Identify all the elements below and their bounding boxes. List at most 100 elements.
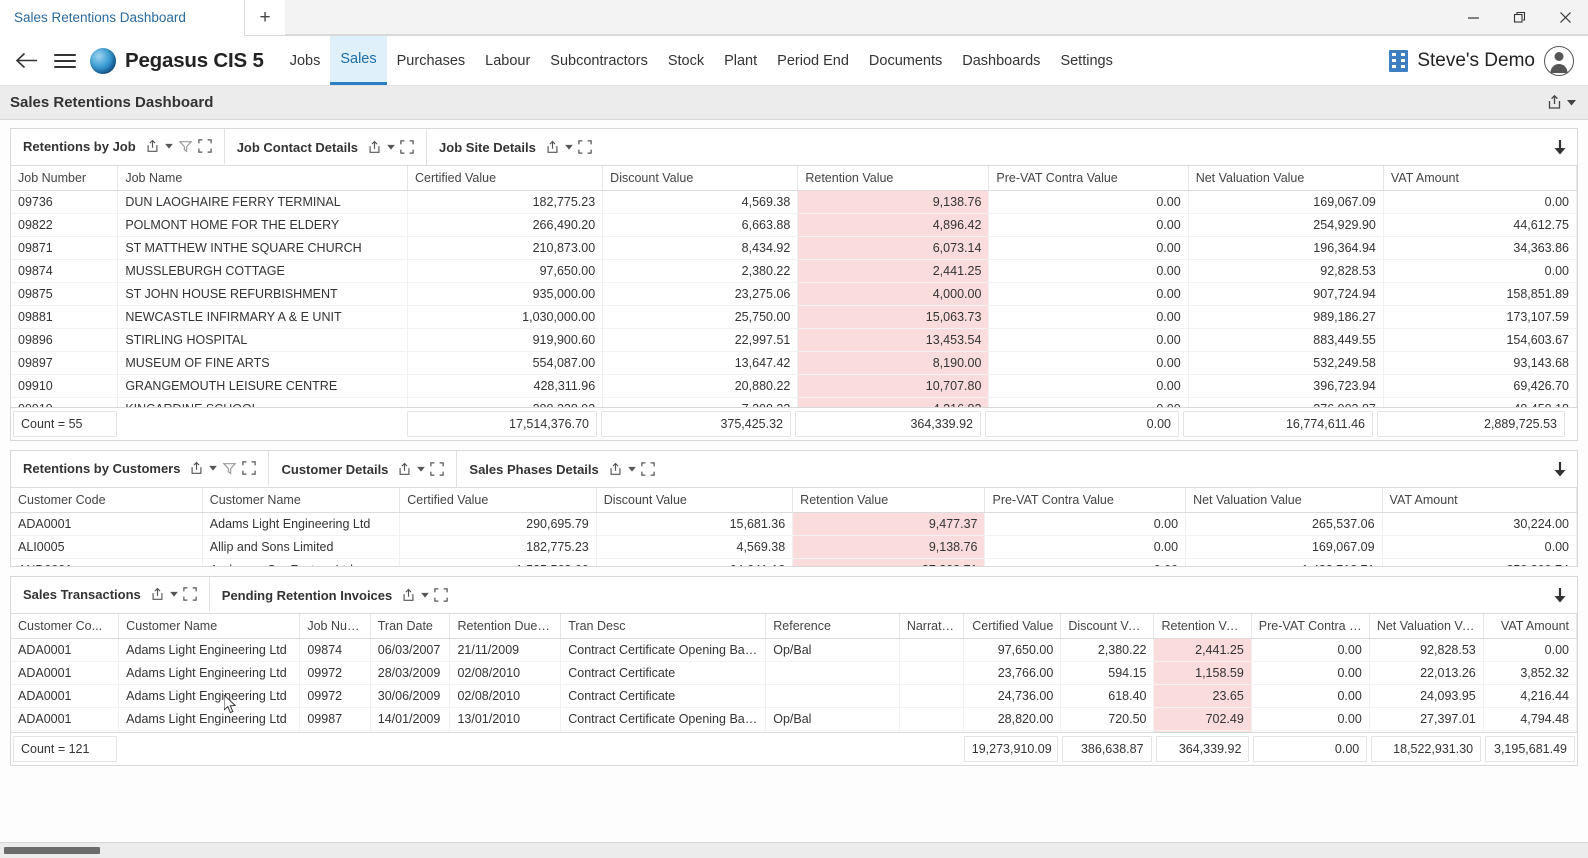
column-header-job-name[interactable]: Job Name: [117, 166, 408, 191]
panel-collapse-button[interactable]: [1543, 451, 1577, 487]
chevron-down-icon[interactable]: [169, 591, 178, 597]
grid-scroll-area[interactable]: Job Number Job Name Certified Value Disc…: [11, 166, 1577, 407]
column-header-net-valuation-value[interactable]: Net Valuation Value: [1369, 614, 1484, 639]
minimize-button[interactable]: [1450, 0, 1496, 34]
column-header-customer-name[interactable]: Customer Name: [118, 614, 301, 639]
column-header-certified-value[interactable]: Certified Value: [399, 488, 597, 513]
export-icon[interactable]: [401, 588, 416, 603]
tab-retentions-by-customers[interactable]: Retentions by Customers: [11, 451, 270, 487]
table-row[interactable]: ADA0001 Adams Light Engineering Ltd 09972 3…: [11, 684, 1577, 708]
column-header-customer-code[interactable]: Customer Code: [11, 488, 203, 513]
expand-icon[interactable]: [430, 462, 445, 476]
chevron-down-icon[interactable]: [565, 144, 573, 150]
table-row[interactable]: 09871 ST MATTHEW INTHE SQUARE CHURCH 210,8…: [11, 236, 1577, 260]
column-header-pre-vat-contra-value[interactable]: Pre-VAT Contra Value: [988, 166, 1189, 191]
table-row[interactable]: 09881 NEWCASTLE INFIRMARY A & E UNIT 1,030…: [11, 305, 1577, 329]
nav-item-documents[interactable]: Documents: [859, 36, 952, 85]
nav-item-purchases[interactable]: Purchases: [387, 36, 476, 85]
column-header-vat-amount[interactable]: VAT Amount: [1382, 488, 1577, 513]
close-button[interactable]: [1542, 0, 1588, 34]
export-icon[interactable]: [608, 462, 623, 477]
table-row[interactable]: 09897 MUSEUM OF FINE ARTS 554,087.00 13,647…: [11, 351, 1577, 375]
table-row[interactable]: ALI0005 Allip and Sons Limited 182,775.23 4…: [11, 535, 1577, 559]
nav-item-period-end[interactable]: Period End: [767, 36, 859, 85]
menu-button[interactable]: [46, 42, 84, 80]
tab-job-contact-details[interactable]: Job Contact Details: [225, 129, 428, 165]
chevron-down-icon[interactable]: [209, 465, 218, 471]
column-header-discount-value[interactable]: Discount Value: [596, 488, 794, 513]
column-header-tran-date[interactable]: Tran Date: [370, 614, 451, 639]
column-header-vat-amount[interactable]: VAT Amount: [1383, 166, 1577, 191]
table-row[interactable]: 09910 GRANGEMOUTH LEISURE CENTRE 428,311.9…: [11, 374, 1577, 398]
column-header-retention-value[interactable]: Retention Value: [1153, 614, 1252, 639]
table-row[interactable]: ADA0001 Adams Light Engineering Ltd 09987 1…: [11, 707, 1577, 731]
expand-icon[interactable]: [400, 140, 414, 154]
expand-icon[interactable]: [183, 587, 197, 601]
filter-icon[interactable]: [178, 139, 193, 154]
table-row[interactable]: 09874 MUSSLEBURGH COTTAGE 97,650.00 2,380.2…: [11, 259, 1577, 283]
expand-icon[interactable]: [197, 139, 212, 153]
panel-collapse-button[interactable]: [1543, 129, 1577, 165]
grid-scroll-area[interactable]: Customer Co... Customer Name Job Number …: [11, 614, 1577, 732]
expand-icon[interactable]: [641, 462, 655, 476]
expand-icon[interactable]: [434, 588, 448, 602]
browser-tab-sales-retentions-dashboard[interactable]: Sales Retentions Dashboard: [0, 0, 245, 36]
table-row[interactable]: 09919KINCARDINE SCHOOL288,328.927,208.23…: [11, 397, 1577, 407]
column-header-retention-value[interactable]: Retention Value: [792, 488, 986, 513]
user-account-area[interactable]: Steve's Demo: [1389, 45, 1574, 76]
table-row[interactable]: 09896 STIRLING HOSPITAL 919,900.60 22,997.5…: [11, 328, 1577, 352]
export-icon[interactable]: [189, 461, 204, 476]
table-row[interactable]: ADA0001 Adams Light Engineering Ltd 290,69…: [11, 512, 1577, 536]
table-row[interactable]: 09736 DUN LAOGHAIRE FERRY TERMINAL 182,775…: [11, 190, 1577, 214]
column-header-retention-due-date[interactable]: Retention Due Da...: [449, 614, 562, 639]
nav-item-labour[interactable]: Labour: [475, 36, 540, 85]
chevron-down-icon[interactable]: [387, 144, 395, 150]
expand-icon[interactable]: [242, 461, 257, 475]
table-row[interactable]: ADA0001 Adams Light Engineering Ltd 09874 0…: [11, 638, 1577, 662]
table-row[interactable]: ADA0001 Adams Light Engineering Ltd 09972 2…: [11, 661, 1577, 685]
nav-item-subcontractors[interactable]: Subcontractors: [540, 36, 658, 85]
tab-customer-details[interactable]: Customer Details: [269, 451, 458, 487]
nav-item-plant[interactable]: Plant: [714, 36, 767, 85]
column-header-certified-value[interactable]: Certified Value: [407, 166, 604, 191]
table-row[interactable]: 09822 POLMONT HOME FOR THE ELDERY 266,490.…: [11, 213, 1577, 237]
user-avatar-icon[interactable]: [1544, 45, 1574, 76]
chevron-down-icon[interactable]: [421, 592, 430, 598]
back-button[interactable]: [8, 42, 46, 80]
maximize-button[interactable]: [1496, 0, 1542, 34]
column-header-net-valuation-value[interactable]: Net Valuation Value: [1185, 488, 1383, 513]
chevron-down-icon[interactable]: [417, 466, 426, 472]
column-header-discount-value[interactable]: Discount Value: [1060, 614, 1155, 639]
column-header-job-number[interactable]: Job Number: [299, 614, 371, 639]
column-header-reference[interactable]: Reference: [765, 614, 900, 639]
column-header-tran-desc[interactable]: Tran Desc: [560, 614, 767, 639]
column-header-narrative[interactable]: Narrative: [899, 614, 965, 639]
filter-icon[interactable]: [222, 461, 238, 476]
column-header-certified-value[interactable]: Certified Value: [963, 614, 1062, 639]
tab-job-site-details[interactable]: Job Site Details: [427, 129, 604, 165]
nav-item-sales[interactable]: Sales: [330, 36, 387, 85]
grid-scroll-area[interactable]: Customer Code Customer Name Certified Va…: [11, 488, 1577, 566]
column-header-pre-vat-contra-value[interactable]: Pre-VAT Contra Value: [984, 488, 1187, 513]
page-export-control[interactable]: [1546, 94, 1576, 111]
nav-item-stock[interactable]: Stock: [658, 36, 714, 85]
new-tab-button[interactable]: +: [245, 0, 285, 35]
column-header-customer-code[interactable]: Customer Co...: [11, 614, 120, 639]
chevron-down-icon[interactable]: [164, 143, 173, 149]
export-icon[interactable]: [545, 140, 560, 155]
tab-sales-phases-details[interactable]: Sales Phases Details: [457, 451, 666, 487]
export-icon[interactable]: [397, 462, 412, 477]
nav-item-jobs[interactable]: Jobs: [280, 36, 331, 85]
column-header-job-number[interactable]: Job Number: [11, 166, 119, 191]
table-row[interactable]: 09875 ST JOHN HOUSE REFURBISHMENT 935,000.…: [11, 282, 1577, 306]
export-icon[interactable]: [367, 140, 382, 155]
nav-item-dashboards[interactable]: Dashboards: [952, 36, 1050, 85]
export-icon[interactable]: [145, 139, 160, 154]
column-header-vat-amount[interactable]: VAT Amount: [1483, 614, 1577, 639]
tab-pending-retention-invoices[interactable]: Pending Retention Invoices: [210, 577, 460, 613]
nav-item-settings[interactable]: Settings: [1050, 36, 1122, 85]
column-header-retention-value[interactable]: Retention Value: [797, 166, 990, 191]
export-icon[interactable]: [150, 587, 165, 602]
tab-sales-transactions[interactable]: Sales Transactions: [11, 577, 210, 613]
tab-retentions-by-job[interactable]: Retentions by Job: [11, 129, 225, 165]
